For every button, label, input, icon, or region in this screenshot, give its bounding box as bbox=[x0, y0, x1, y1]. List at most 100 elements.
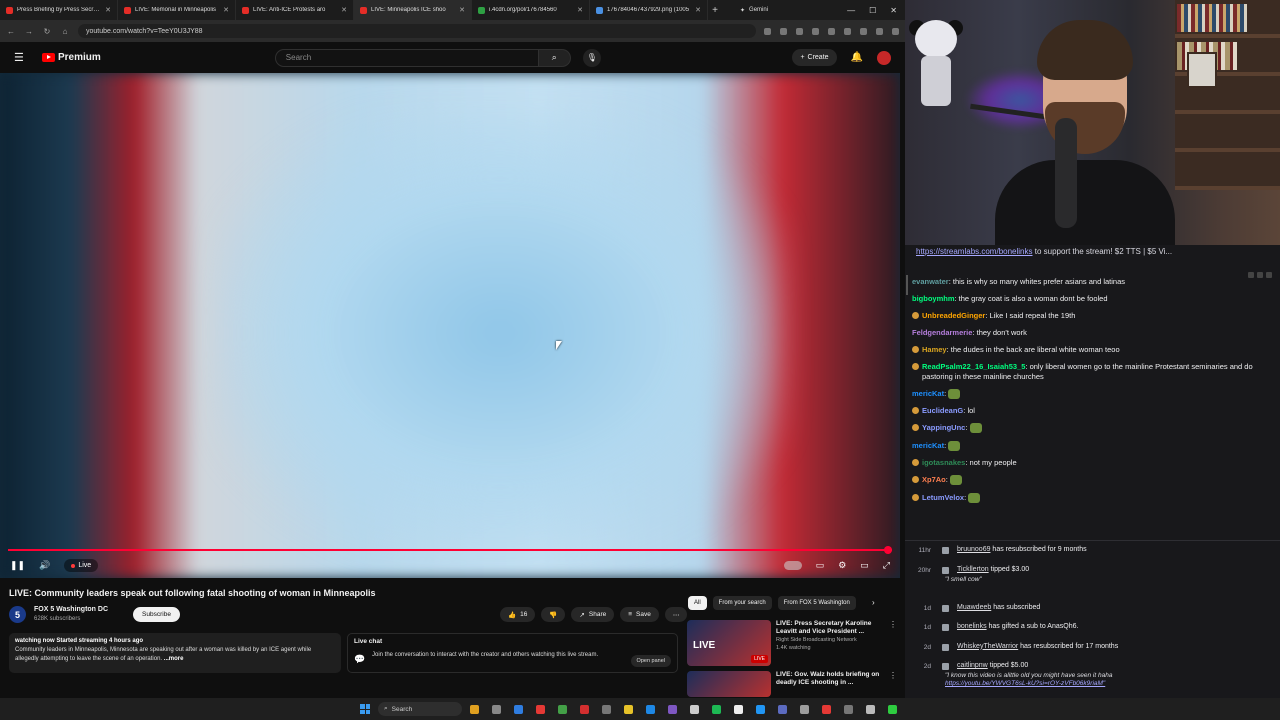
chat-username[interactable]: Feldgendarmerie bbox=[912, 328, 972, 337]
share-button[interactable]: ↗ Share bbox=[571, 607, 615, 622]
taskbar-search[interactable]: ⌕ Search bbox=[378, 702, 462, 716]
chip-from-search[interactable]: From your search bbox=[712, 596, 772, 610]
activity-feed-item[interactable]: 2d WhiskeyTheWarrior has resubscribed for… bbox=[905, 638, 1280, 658]
hamburger-menu-icon[interactable]: ☰ bbox=[14, 51, 32, 64]
chip-all[interactable]: All bbox=[688, 596, 707, 610]
windows-start-icon[interactable] bbox=[360, 704, 370, 714]
close-tab-icon[interactable]: ✕ bbox=[223, 6, 229, 14]
voice-search-button[interactable]: 🎙 bbox=[582, 48, 601, 67]
feed-username[interactable]: Tickllerton bbox=[957, 566, 989, 573]
close-tab-icon[interactable]: ✕ bbox=[459, 6, 465, 14]
app-icon[interactable] bbox=[844, 704, 853, 714]
popout-icon[interactable] bbox=[1257, 272, 1263, 278]
maximize-icon[interactable]: ☐ bbox=[869, 6, 876, 15]
activity-feed-item[interactable]: 1d Muawdeeb has subscribed bbox=[905, 599, 1280, 619]
close-window-icon[interactable]: ✕ bbox=[890, 6, 897, 15]
more-vert-icon[interactable]: ⋮ bbox=[889, 671, 897, 697]
app-icon[interactable] bbox=[866, 704, 875, 714]
youtube-logo[interactable]: Premium bbox=[42, 52, 101, 63]
feed-username[interactable]: bruunoo69 bbox=[957, 546, 990, 553]
feed-username[interactable]: WhiskeyTheWarrior bbox=[957, 643, 1018, 650]
recommendation-title[interactable]: LIVE: Press Secretary Karoline Leavitt a… bbox=[776, 620, 884, 636]
chat-username[interactable]: Hamey bbox=[922, 345, 947, 354]
live-badge[interactable]: Live bbox=[64, 559, 99, 572]
settings-icon[interactable] bbox=[1266, 272, 1272, 278]
chat-scrollbar[interactable] bbox=[906, 275, 908, 295]
browser-tab-active[interactable]: LIVE: Minneapolis ICE shoo ✕ bbox=[354, 0, 472, 20]
close-tab-icon[interactable]: ✕ bbox=[341, 6, 347, 14]
app-icon[interactable] bbox=[558, 704, 567, 714]
bookmark-star-icon[interactable] bbox=[780, 27, 787, 35]
pause-icon[interactable]: ❚❚ bbox=[10, 560, 25, 571]
banner-link[interactable]: https://streamlabs.com/bonelinks bbox=[916, 247, 1033, 256]
gemini-tab[interactable]: ✦ Gemini bbox=[734, 7, 774, 14]
notifications-bell-icon[interactable]: 🔔 bbox=[851, 52, 863, 63]
chat-username[interactable]: mericKat bbox=[912, 389, 944, 398]
file-explorer-icon[interactable] bbox=[470, 704, 479, 714]
new-tab-icon[interactable]: + bbox=[708, 5, 722, 16]
progress-bar[interactable] bbox=[8, 549, 892, 551]
chat-username[interactable]: igotasnakes bbox=[922, 458, 965, 467]
app-icon[interactable] bbox=[602, 704, 611, 714]
chat-username[interactable]: ReadPsalm22_16_Isaiah53_5 bbox=[922, 362, 1025, 371]
subscribe-button[interactable]: Subscribe bbox=[133, 607, 180, 622]
minimize-icon[interactable]: — bbox=[847, 6, 855, 15]
recommendation-item[interactable]: LIVE LIVE LIVE: Press Secretary Karoline … bbox=[687, 620, 897, 666]
extension-icon[interactable] bbox=[828, 27, 835, 35]
taskview-icon[interactable] bbox=[492, 704, 501, 714]
chat-username[interactable]: evanwater bbox=[912, 277, 949, 286]
chat-username[interactable]: mericKat bbox=[912, 441, 944, 450]
search-button[interactable]: ⌕ bbox=[538, 48, 571, 67]
tip-message-link[interactable]: https://youtu.be/YWVGT6sL-kU?si=rOY-zVFb… bbox=[945, 680, 1105, 687]
browser-tab[interactable]: i.4cdn.org/pol/176784560 ✕ bbox=[472, 0, 590, 20]
description-box[interactable]: watching now Started streaming 4 hours a… bbox=[9, 633, 341, 673]
chrome-icon[interactable] bbox=[536, 704, 545, 714]
activity-feed-item[interactable]: 20hr Tickllerton tipped $3.00 "I smell cow… bbox=[905, 561, 1280, 599]
url-field[interactable]: youtube.com/watch?v=TeeY0U3JY88 bbox=[78, 24, 756, 38]
settings-gear-icon[interactable]: ⚙ bbox=[838, 560, 846, 571]
activity-feed-item[interactable]: 1d bonelinks has gifted a sub to AnasQh6. bbox=[905, 618, 1280, 638]
app-icon[interactable] bbox=[734, 704, 743, 714]
recommendation-thumbnail[interactable]: LIVE LIVE bbox=[687, 620, 771, 666]
subtitles-icon[interactable]: ▭ bbox=[816, 560, 825, 571]
browser-tab[interactable]: Press Briefing by Press Secretary ✕ bbox=[0, 0, 118, 20]
autoplay-toggle[interactable] bbox=[783, 561, 802, 570]
save-button[interactable]: ≡ Save bbox=[620, 607, 659, 622]
channel-name[interactable]: FOX 5 Washington DC bbox=[34, 606, 108, 613]
spotify-icon[interactable] bbox=[712, 704, 721, 714]
close-tab-icon[interactable]: ✕ bbox=[577, 6, 583, 14]
recommendation-thumbnail[interactable] bbox=[687, 671, 771, 697]
telegram-icon[interactable] bbox=[646, 704, 655, 714]
dislike-button[interactable]: 👎 bbox=[541, 607, 566, 622]
theater-mode-icon[interactable]: ▭ bbox=[860, 560, 869, 571]
folder-icon[interactable] bbox=[624, 704, 633, 714]
forward-icon[interactable]: → bbox=[24, 27, 34, 36]
reload-icon[interactable]: ↻ bbox=[42, 27, 52, 36]
create-button[interactable]: + Create bbox=[792, 49, 837, 66]
browser-tab[interactable]: 1767840467437929.png (1005 ✕ bbox=[590, 0, 708, 20]
open-panel-button[interactable]: Open panel bbox=[630, 655, 671, 667]
chat-username[interactable]: Xp7Ao bbox=[922, 475, 946, 484]
volume-icon[interactable]: 🔊 bbox=[39, 560, 50, 571]
chat-username[interactable]: YappingUnc bbox=[922, 423, 965, 432]
chat-username[interactable]: bigboymhm bbox=[912, 294, 955, 303]
activity-feed-item[interactable]: 2d caitlinpnw tipped $5.00 "I know this vi… bbox=[905, 657, 1280, 698]
profile-icon[interactable] bbox=[876, 27, 883, 35]
more-vert-icon[interactable]: ⋮ bbox=[889, 620, 897, 666]
close-tab-icon[interactable]: ✕ bbox=[695, 6, 701, 14]
feed-username[interactable]: bonelinks bbox=[957, 623, 987, 630]
like-button[interactable]: 👍 16 bbox=[500, 607, 536, 622]
app-icon[interactable] bbox=[800, 704, 809, 714]
app-icon[interactable] bbox=[822, 704, 831, 714]
obs-icon[interactable] bbox=[580, 704, 589, 714]
app-icon[interactable] bbox=[668, 704, 677, 714]
discord-icon[interactable] bbox=[778, 704, 787, 714]
more-link[interactable]: ...more bbox=[164, 656, 184, 662]
channel-avatar[interactable]: 5 bbox=[9, 606, 26, 623]
home-icon[interactable]: ⌂ bbox=[60, 27, 70, 36]
extension-icon[interactable] bbox=[764, 27, 771, 35]
pin-icon[interactable] bbox=[1248, 272, 1254, 278]
extension-icon[interactable] bbox=[812, 27, 819, 35]
chat-username[interactable]: EuclideanG bbox=[922, 406, 963, 415]
chip-from-channel[interactable]: From FOX 5 Washington bbox=[777, 596, 856, 610]
